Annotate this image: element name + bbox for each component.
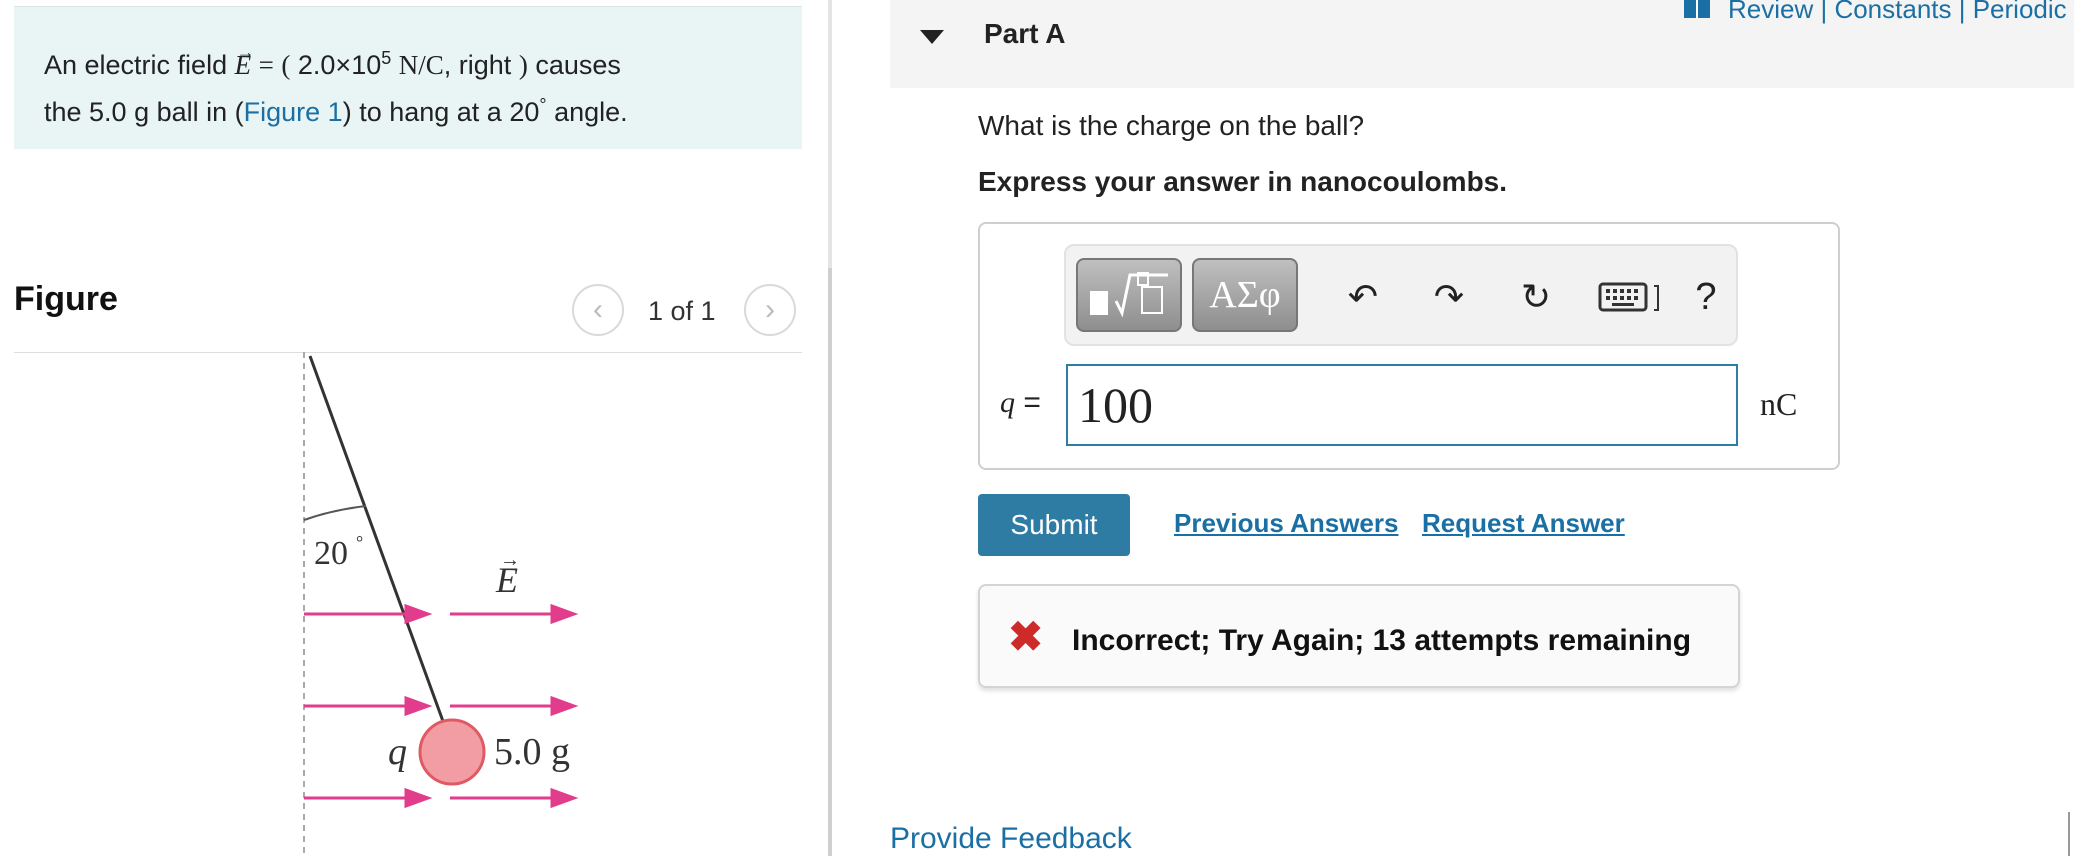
mass-label: 5.0 g: [494, 731, 570, 773]
field-close-paren: ): [518, 50, 528, 80]
chevron-right-icon: ›: [765, 293, 775, 326]
redo-icon[interactable]: ↷: [1424, 272, 1474, 322]
feedback-message: Incorrect; Try Again; 13 attempts remain…: [1072, 624, 1692, 657]
undo-icon[interactable]: ↶: [1338, 272, 1388, 322]
charged-ball: [418, 718, 486, 786]
angle-label: 20: [314, 535, 348, 572]
field-open-paren: (: [281, 50, 291, 80]
field-label-arrow-icon: →: [500, 549, 520, 571]
question-text: What is the charge on the ball?: [978, 110, 1365, 141]
provide-feedback-link[interactable]: Provide Feedback: [890, 822, 1132, 856]
vector-arrow-icon: →: [236, 42, 255, 62]
angle-degree: °: [356, 532, 363, 552]
submit-button[interactable]: Submit: [978, 494, 1130, 556]
symbols-button[interactable]: ΑΣφ: [1192, 258, 1298, 332]
problem-line2-end: ) to hang at a 20: [342, 97, 540, 127]
answer-equals: =: [1023, 386, 1041, 419]
error-x-icon: ✖: [1008, 613, 1044, 660]
field-direction: , right: [443, 50, 512, 80]
reset-icon[interactable]: ↻: [1508, 272, 1564, 322]
field-magnitude: 2.0×10: [297, 50, 382, 80]
field-units: N/C: [398, 50, 444, 80]
figure-counter: 1 of 1: [648, 296, 716, 326]
templates-icon: [1090, 272, 1168, 318]
problem-intro: An electric field: [44, 50, 228, 80]
angle-arc: [303, 505, 367, 521]
request-answer-link[interactable]: Request Answer: [1422, 508, 1625, 539]
degree-symbol: °: [539, 95, 547, 115]
left-pane: An electric field E → = ( 2.0×105 N/C, ri…: [0, 0, 830, 856]
problem-angle-text: angle.: [546, 97, 628, 127]
problem-line2-start: the 5.0 g ball in (: [44, 97, 244, 127]
answer-instruction: Express your answer in nanocoulombs.: [978, 166, 1508, 197]
field-exponent: 5: [381, 48, 392, 68]
templates-button[interactable]: [1076, 258, 1182, 332]
previous-figure-button[interactable]: ‹: [572, 284, 624, 336]
caret-down-icon[interactable]: [920, 30, 944, 44]
figure-heading: Figure: [14, 280, 118, 318]
help-button[interactable]: ?: [1686, 272, 1726, 322]
field-equals: =: [258, 50, 274, 80]
book-icon[interactable]: [1684, 0, 1710, 18]
figure-diagram: 20 ° E → q 5.0 g: [303, 352, 579, 856]
keyboard-button[interactable]: [1596, 272, 1666, 322]
answer-unit: nC: [1760, 386, 1798, 422]
answer-input[interactable]: [1066, 364, 1738, 446]
answer-variable: q: [1000, 386, 1015, 419]
previous-answers-link[interactable]: Previous Answers: [1174, 508, 1398, 539]
keyboard-icon: [1598, 282, 1659, 312]
page-scrollbar[interactable]: [2068, 812, 2070, 856]
problem-statement: An electric field E → = ( 2.0×105 N/C, ri…: [44, 38, 784, 132]
review-constants-links[interactable]: Review | Constants | Periodic Table: [1728, 0, 2074, 25]
problem-causes: causes: [535, 50, 621, 80]
charge-label: q: [388, 731, 407, 773]
answer-variable-label: q =: [1000, 386, 1041, 420]
pane-scrollbar[interactable]: [828, 268, 832, 856]
next-figure-button[interactable]: ›: [744, 284, 796, 336]
chevron-left-icon: ‹: [593, 293, 603, 326]
part-title: Part A: [984, 18, 1066, 49]
figure-link[interactable]: Figure 1: [244, 97, 343, 127]
field-symbol: E →: [235, 42, 255, 80]
